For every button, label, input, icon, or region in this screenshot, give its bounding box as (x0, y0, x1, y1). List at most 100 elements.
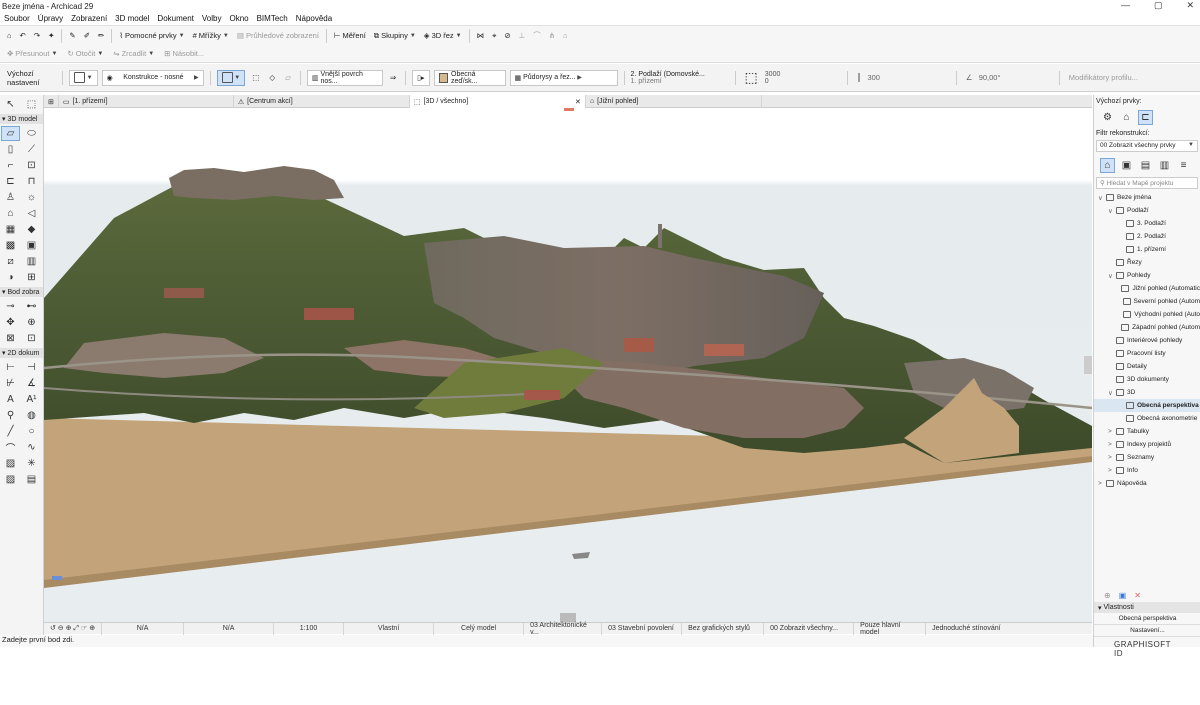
delete-icon[interactable]: ✕ (1134, 591, 1141, 600)
tree-expander-icon[interactable]: > (1108, 454, 1116, 461)
worksheet-icon[interactable]: ⊕ (22, 315, 41, 330)
wall-tool-icon[interactable]: ▱ (1, 126, 20, 141)
syringe-icon[interactable]: ✐ (81, 28, 93, 44)
lamp-tool-icon[interactable]: ☼ (22, 190, 41, 205)
structure-icon[interactable]: ⊏ (1138, 110, 1153, 125)
eyedropper-icon[interactable]: ✎ (66, 28, 78, 44)
tree-expander-icon[interactable]: > (1108, 441, 1116, 448)
modifikatory-button[interactable]: Modifikátory profilu... (1066, 70, 1141, 86)
presunout-button[interactable]: ✥ Přesunout ▼ (4, 46, 60, 62)
wall-type-picker[interactable]: ▼ (69, 69, 98, 86)
text-tool-icon[interactable]: A (1, 392, 20, 407)
tree-item[interactable]: ∨ Podlaží (1094, 204, 1200, 217)
building-icon[interactable]: ⌂ (1119, 110, 1134, 125)
tree-item[interactable]: Řezy (1094, 256, 1200, 269)
tab-jizni-pohled[interactable]: ⌂ [Jižní pohled] (586, 95, 762, 108)
add-icon[interactable]: ⊕ (1104, 591, 1111, 600)
reference-line-icon[interactable]: ⇒ (387, 70, 399, 86)
menu-3d-model[interactable]: 3D model (111, 14, 153, 23)
tree-item[interactable]: Severní pohled (Autom (1094, 295, 1200, 308)
menu-upravy[interactable]: Úpravy (34, 14, 67, 23)
favorites-icon[interactable]: ⚙ (1100, 110, 1115, 125)
tree-item[interactable]: Detaily (1094, 360, 1200, 373)
tree-expander-icon[interactable]: > (1108, 428, 1116, 435)
tree-item[interactable]: > Seznamy (1094, 451, 1200, 464)
graphisoft-id-button[interactable]: GRAPHISOFT ID (1094, 637, 1200, 661)
tab-3d[interactable]: ⬚ [3D / všechno] ✕ (409, 95, 586, 108)
tree-item[interactable]: 3. Podlaží (1094, 217, 1200, 230)
povrch-select[interactable]: ▥ Vnější povrch nos... (306, 69, 383, 86)
fill-tool-icon[interactable]: ◍ (22, 408, 41, 423)
offset-icon[interactable]: ⋔ (546, 28, 558, 44)
tree-expander-icon[interactable]: > (1108, 467, 1116, 474)
angle-dimension-icon[interactable]: ∡ (22, 376, 41, 391)
tree-item[interactable]: ∨ 3D (1094, 386, 1200, 399)
tree-expander-icon[interactable]: > (1098, 480, 1106, 487)
tree-item[interactable]: 3D dokumenty (1094, 373, 1200, 386)
shading-field[interactable]: Jednoduché stínování (926, 623, 1008, 635)
wall-3d-icon[interactable]: ⬚ (249, 70, 262, 86)
mesh-tool-icon[interactable]: ▩ (1, 238, 20, 253)
graphic-override-field[interactable]: Bez grafických stylů (682, 622, 765, 635)
detail-icon[interactable]: ⊠ (1, 331, 20, 346)
label-tool-icon[interactable]: A¹ (22, 392, 41, 407)
shell-tool-icon[interactable]: ◁ (22, 206, 41, 221)
skylight-tool-icon[interactable]: ⧄ (1, 254, 20, 269)
skupiny-button[interactable]: ⧉ Skupiny ▼ (371, 28, 419, 44)
roof-icon[interactable]: ⌂ (560, 28, 571, 44)
structure-field[interactable]: Pouze hlavní model (854, 622, 927, 636)
polyline-tool-icon[interactable]: ⌒ (1, 440, 20, 455)
tree-expander-icon[interactable]: ∨ (1098, 194, 1106, 202)
elevation-marker-icon[interactable]: ⊷ (22, 299, 41, 314)
pudorys-select[interactable]: ▦ Půdorysy a řez... ▶ (509, 69, 618, 86)
column-tool-icon[interactable]: ▯ (1, 142, 20, 157)
tree-item[interactable]: Interiérové pohledy (1094, 334, 1200, 347)
undo-icon[interactable]: ↶ (17, 28, 29, 44)
marker-tool-icon[interactable]: ⚲ (1, 408, 20, 423)
mereni-button[interactable]: ⊢ Měření (331, 28, 369, 44)
object-tool-icon[interactable]: ♙ (1, 190, 20, 205)
height-field[interactable]: 3000 0 (765, 71, 841, 85)
tree-item[interactable]: ∨ Pohledy (1094, 269, 1200, 282)
stair-tool-icon[interactable]: ⊏ (1, 174, 20, 189)
project-map-icon[interactable]: ⌂ (1100, 158, 1115, 173)
tree-item[interactable]: ∨ Beze jména (1094, 191, 1200, 204)
podlazi-field[interactable]: 2. Podlaží (Domovské... 1. přízemí (631, 71, 729, 85)
wall-structure-icon[interactable]: ▯▸ (412, 69, 430, 86)
tree-item[interactable]: Obecná perspektiva (1094, 399, 1200, 412)
close-button[interactable]: ✕ (1186, 0, 1194, 11)
frame-tool-icon[interactable]: ⊞ (22, 270, 41, 285)
3d-viewport[interactable] (44, 108, 1092, 622)
section-marker-icon[interactable]: ⊸ (1, 299, 20, 314)
tree-item[interactable]: Pracovní listy (1094, 347, 1200, 360)
door-tool-icon[interactable]: ⌐ (1, 158, 20, 173)
morph-tool-icon[interactable]: ◆ (22, 222, 41, 237)
tree-expander-icon[interactable]: ∨ (1108, 207, 1116, 215)
tree-item[interactable]: > Info (1094, 464, 1200, 477)
zrcadlit-button[interactable]: ⇋ Zrcadlit ▼ (110, 46, 157, 62)
wall-geometry-straight[interactable]: ▼ (216, 69, 246, 86)
mrizky-button[interactable]: # Mřížky ▼ (190, 28, 232, 44)
nasobit-button[interactable]: ⊞ Násobit... (161, 46, 207, 62)
wall-profile-icon[interactable]: ▱ (282, 70, 294, 86)
zone-tool-icon[interactable]: ▣ (22, 238, 41, 253)
menu-bimtech[interactable]: BIMTech (253, 14, 292, 23)
maximize-button[interactable]: ▢ (1154, 0, 1163, 11)
rez-button[interactable]: ◈ 3D řez ▼ (421, 28, 465, 44)
tree-item[interactable]: Východní pohled (Auto (1094, 308, 1200, 321)
pencil-icon[interactable]: ✏ (95, 28, 107, 44)
drawing-tool-icon[interactable]: ▤ (22, 472, 41, 487)
menu-icon[interactable]: ≡ (1176, 158, 1191, 173)
marquee-tool-icon[interactable]: ⬚ (22, 97, 41, 112)
tree-item[interactable]: 2. Podlaží (1094, 230, 1200, 243)
pen-set-field[interactable]: 03 Architektonické v... (524, 622, 603, 636)
home-icon[interactable]: ⌂ (4, 28, 15, 44)
section-bod-zobrazeni[interactable]: ▾ Bod zobra (0, 287, 43, 297)
view-map-icon[interactable]: ▣ (1119, 158, 1134, 173)
renovation-field[interactable]: 00 Zobrazit všechny... (764, 622, 855, 635)
tree-item[interactable]: > Tabulky (1094, 425, 1200, 438)
split-icon[interactable]: ⌖ (489, 28, 499, 44)
pruhledove-button[interactable]: ▤ Průhledové zobrazení (234, 28, 322, 44)
publisher-icon[interactable]: ▥ (1157, 158, 1172, 173)
uhel-field[interactable]: ∠ 90,00° (963, 70, 1053, 86)
